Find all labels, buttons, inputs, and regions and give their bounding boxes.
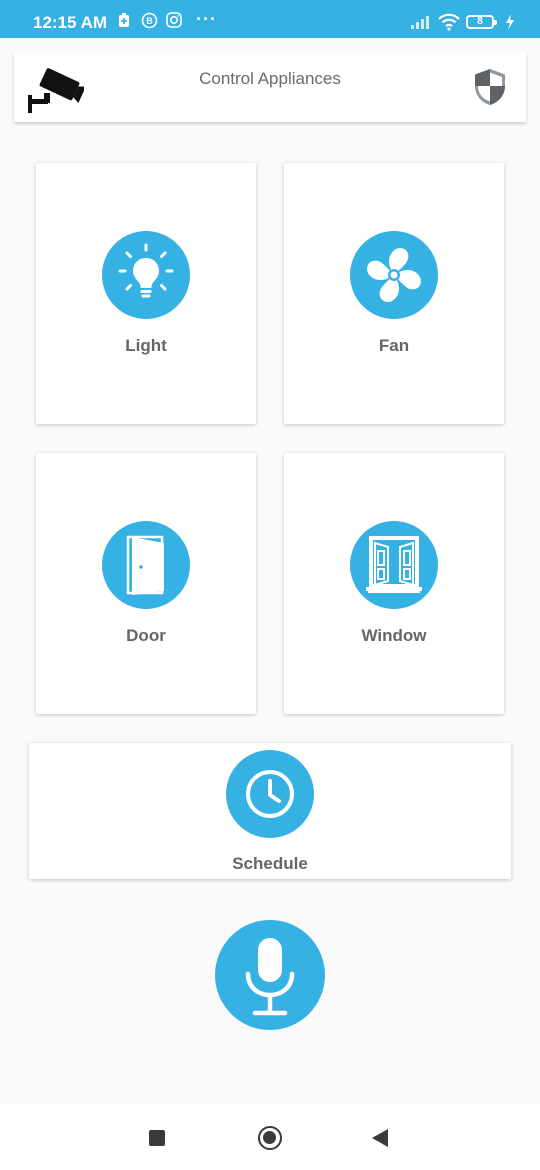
more-notifications: ··· (196, 9, 217, 29)
page-title: Control Appliances (199, 69, 341, 88)
status-bar: 12:15 AM B ··· 8 (0, 0, 540, 38)
fan-icon (367, 248, 421, 302)
window-icon-circle (350, 521, 438, 609)
instagram-icon (166, 12, 182, 33)
door-icon (126, 535, 164, 595)
shield-icon[interactable] (472, 67, 508, 112)
charging-icon (505, 14, 515, 35)
door-icon-circle (102, 521, 190, 609)
svg-text:B: B (146, 16, 153, 26)
light-label: Light (125, 336, 167, 355)
microphone-icon (245, 938, 295, 1016)
wifi-icon (437, 13, 461, 36)
b-app-icon: B (141, 12, 158, 34)
schedule-icon-circle (226, 750, 314, 838)
fan-label: Fan (378, 336, 410, 355)
light-bulb-icon (118, 243, 174, 298)
window-label: Window (361, 626, 427, 645)
battery-saver-icon (118, 12, 130, 33)
window-tile[interactable]: Window (284, 453, 504, 714)
fan-icon-circle (350, 231, 438, 319)
light-icon-circle (102, 231, 190, 319)
clock-icon (246, 770, 294, 818)
voice-command-button[interactable] (215, 920, 325, 1030)
recents-icon[interactable] (149, 1130, 165, 1146)
light-tile[interactable]: Light (36, 163, 256, 424)
back-icon[interactable] (372, 1129, 388, 1147)
door-tile[interactable]: Door (36, 453, 256, 714)
signal-icon (410, 14, 432, 35)
system-nav-bar (0, 1104, 540, 1170)
home-icon[interactable] (258, 1126, 282, 1150)
status-time: 12:15 AM (33, 13, 108, 32)
window-icon (366, 536, 422, 593)
schedule-tile[interactable]: Schedule (29, 743, 511, 879)
battery-indicator: 8 (466, 15, 497, 29)
door-label: Door (126, 626, 166, 645)
fan-tile[interactable]: Fan (284, 163, 504, 424)
schedule-label: Schedule (232, 854, 308, 873)
app-header: Control Appliances (14, 52, 526, 122)
